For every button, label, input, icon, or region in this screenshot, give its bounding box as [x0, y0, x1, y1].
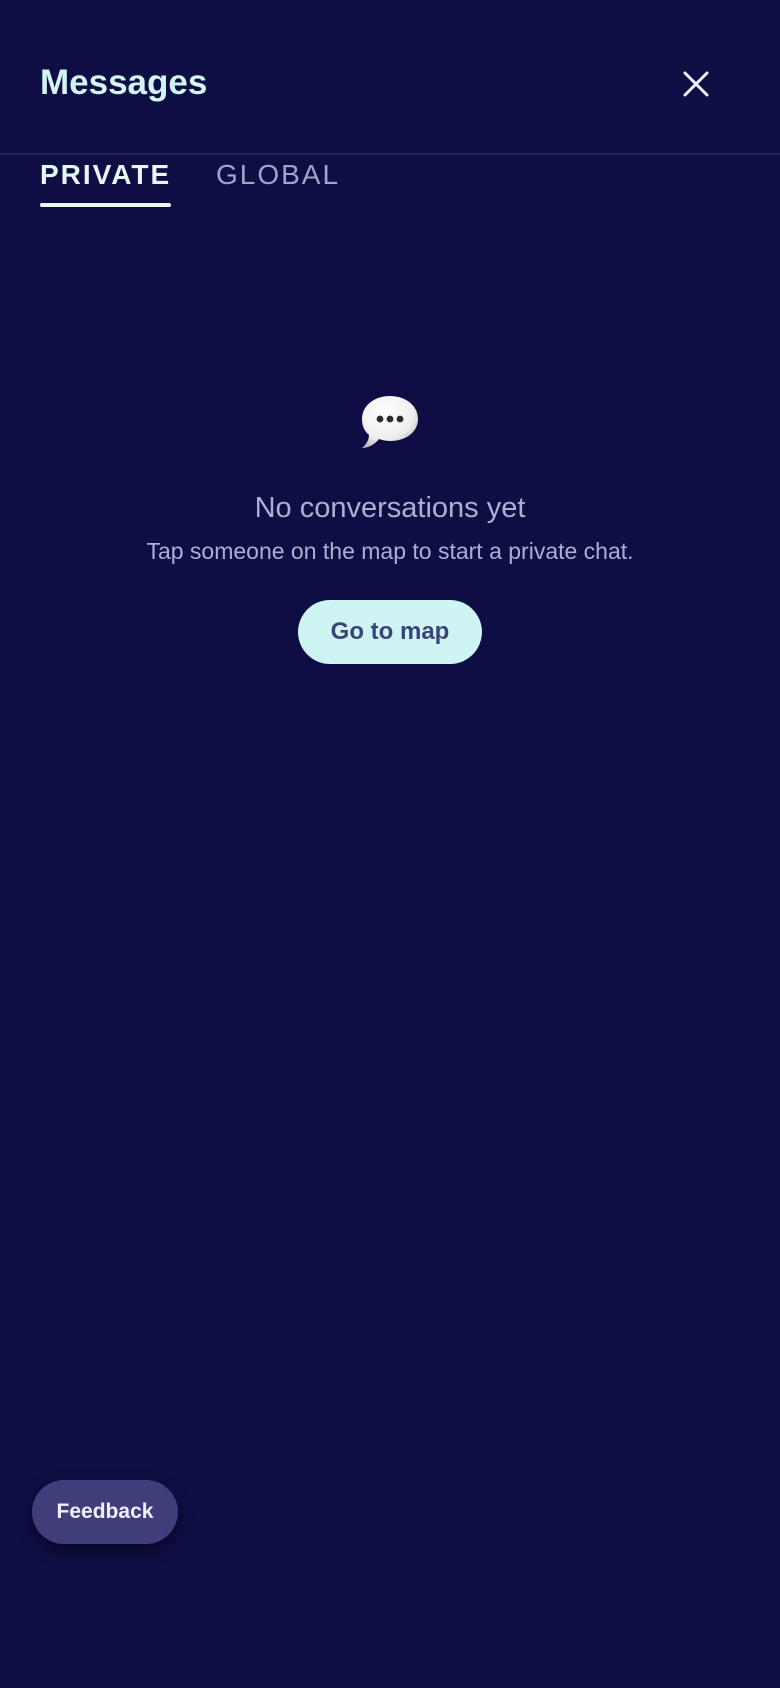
empty-state-title: No conversations yet: [254, 492, 526, 524]
go-to-map-button[interactable]: Go to map: [298, 600, 482, 664]
speech-bubble-icon: [362, 396, 418, 448]
tab-private[interactable]: PRIVATE: [40, 155, 172, 207]
active-tab-indicator: [40, 203, 172, 207]
page-title: Messages: [40, 63, 208, 102]
tab-global-label: GLOBAL: [216, 159, 341, 190]
tab-private-label: PRIVATE: [40, 159, 172, 190]
tab-global[interactable]: GLOBAL: [216, 155, 340, 207]
feedback-button[interactable]: Feedback: [32, 1480, 178, 1544]
close-icon: [683, 71, 709, 97]
header-bar: Messages: [0, 0, 780, 155]
empty-state: No conversations yet Tap someone on the …: [0, 390, 780, 664]
empty-state-subtitle: Tap someone on the map to start a privat…: [146, 538, 634, 564]
tab-bar: PRIVATE GLOBAL: [0, 155, 780, 207]
close-button[interactable]: [676, 64, 716, 104]
